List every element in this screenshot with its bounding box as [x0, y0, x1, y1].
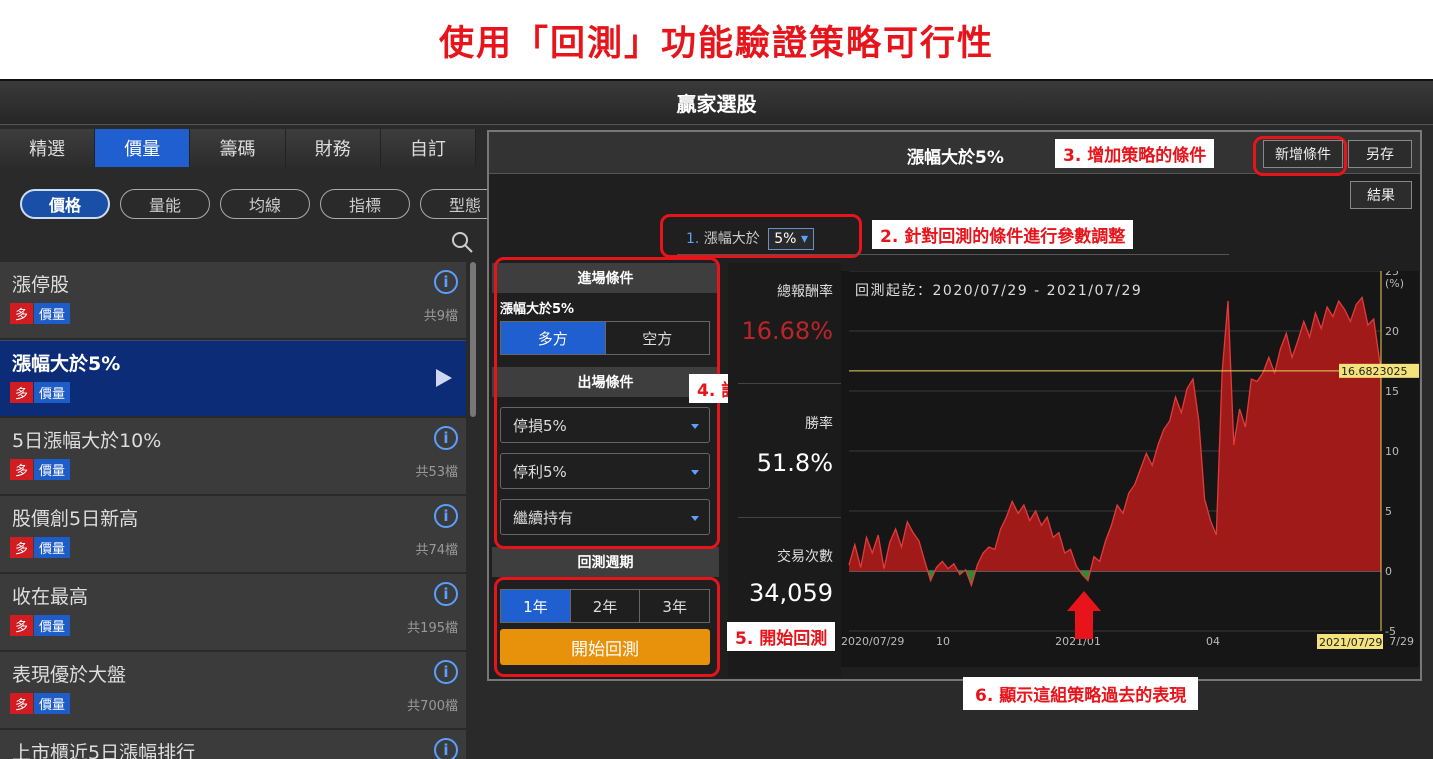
stock-count: 共74檔 — [415, 543, 458, 558]
list-item-title: 表現優於大盤 — [12, 664, 127, 686]
list-item[interactable]: 5日漲幅大於10% 多 價量 i 共53檔 — [0, 418, 466, 494]
list-item-title: 漲幅大於5% — [12, 353, 121, 375]
info-icon[interactable]: i — [434, 582, 458, 606]
tag-category: 價量 — [34, 382, 70, 403]
trades-value: 34,059 — [749, 579, 833, 607]
info-icon[interactable]: i — [434, 504, 458, 528]
list-item[interactable]: 表現優於大盤 多 價量 i 共700檔 — [0, 652, 466, 728]
x-tick-label: 10 — [936, 635, 950, 648]
y-tick-label: 15 — [1385, 385, 1399, 398]
list-scrollbar[interactable] — [470, 262, 476, 417]
total-return-value: 16.68% — [741, 317, 833, 345]
chevron-down-icon: ▾ — [800, 231, 808, 247]
pill-price[interactable]: 價格 — [20, 189, 110, 219]
list-item[interactable]: 收在最高 多 價量 i 共195檔 — [0, 574, 466, 650]
strategy-panel: 漲幅大於5% 3. 增加策略的條件 新增條件 另存 結果 1. 漲幅大於 5% … — [487, 130, 1422, 710]
stock-count: 共700檔 — [407, 699, 458, 714]
filter-pills: 價格 量能 均線 指標 型態 — [20, 189, 510, 219]
list-item-title: 股價創5日新高 — [12, 508, 139, 530]
panel-title: 漲幅大於5% — [907, 148, 1004, 168]
play-arrow-icon[interactable] — [436, 369, 452, 387]
tag-long: 多 — [10, 615, 33, 636]
tag-category: 價量 — [34, 459, 70, 480]
category-tabs: 精選 價量 籌碼 財務 自訂 — [0, 129, 477, 167]
stock-count: 共195檔 — [407, 621, 458, 636]
info-icon[interactable]: i — [434, 660, 458, 684]
app-window: 贏家選股 精選 價量 籌碼 財務 自訂 價格 量能 均線 指標 型態 漲停股 多… — [0, 79, 1433, 759]
param-select[interactable]: 5% ▾ — [768, 228, 814, 250]
y-tick-label: 0 — [1385, 565, 1392, 578]
tag-long: 多 — [10, 693, 33, 714]
chart-title: 回測起訖：2020/07/29 - 2021/07/29 — [855, 283, 1142, 299]
pill-moving-average[interactable]: 均線 — [220, 189, 310, 219]
result-button[interactable]: 結果 — [1350, 181, 1412, 209]
tag-long: 多 — [10, 537, 33, 558]
search-icon[interactable] — [450, 230, 474, 254]
annotation-add-condition: 3. 增加策略的條件 — [1055, 139, 1215, 168]
param-row: 1. 漲幅大於 5% ▾ — [686, 228, 814, 250]
tag-long: 多 — [10, 382, 33, 403]
add-condition-button[interactable]: 新增條件 — [1263, 140, 1343, 168]
banner-title: 使用「回測」功能驗證策略可行性 — [438, 23, 994, 64]
stock-count: 共9檔 — [423, 309, 458, 324]
info-icon[interactable]: i — [434, 270, 458, 294]
tab-price-volume[interactable]: 價量 — [95, 129, 191, 167]
param-divider — [677, 254, 1229, 255]
list-item-title: 收在最高 — [12, 586, 89, 608]
param-label: 漲幅大於 — [703, 231, 760, 247]
screen: 使用「回測」功能驗證策略可行性 贏家選股 精選 價量 籌碼 財務 自訂 價格 量… — [0, 0, 1433, 759]
app-titlebar: 贏家選股 — [0, 81, 1433, 125]
annotation-param-adjust: 2. 針對回測的條件進行參數調整 — [872, 220, 1134, 249]
period-header: 回測週期 — [492, 547, 719, 577]
x-tick-label: 04 — [1206, 635, 1220, 648]
tag-category: 價量 — [34, 615, 70, 636]
annotation-start: 5. 開始回測 — [727, 622, 836, 651]
pill-volume[interactable]: 量能 — [120, 189, 210, 219]
last-value-label: 16.6823025 — [1341, 365, 1407, 378]
stock-count: 共53檔 — [415, 465, 458, 480]
stats-divider — [738, 383, 841, 384]
annotation-performance: 6. 顯示這組策略過去的表現 — [963, 677, 1199, 710]
tag-category: 價量 — [34, 537, 70, 558]
x-tick-label: 7/29 — [1389, 635, 1414, 648]
info-icon[interactable]: i — [434, 426, 458, 450]
tab-custom[interactable]: 自訂 — [380, 129, 477, 167]
trades-label: 交易次數 — [777, 549, 833, 565]
x-tick-label: 2020/07/29 — [841, 635, 904, 648]
list-item[interactable]: 股價創5日新高 多 價量 i 共74檔 — [0, 496, 466, 572]
highlight-start — [494, 577, 720, 677]
tab-financial[interactable]: 財務 — [285, 129, 381, 167]
tag-category: 價量 — [34, 693, 70, 714]
list-item-title: 漲停股 — [12, 274, 70, 296]
stats-column: 總報酬率 16.68% 勝率 51.8% 交易次數 34,059 — [728, 263, 841, 677]
stats-divider — [738, 517, 841, 518]
tab-featured[interactable]: 精選 — [0, 129, 96, 167]
param-value: 5% — [774, 231, 797, 247]
tag-long: 多 — [10, 459, 33, 480]
end-date-label: 2021/07/29 — [1319, 636, 1382, 649]
save-as-button[interactable]: 另存 — [1348, 140, 1412, 168]
strategy-list: 漲停股 多 價量 i 共9檔 漲幅大於5% 多 價量 5日漲幅大於10% 多 價… — [0, 262, 466, 759]
total-return-label: 總報酬率 — [777, 284, 833, 300]
y-tick-label: 20 — [1385, 325, 1399, 338]
param-number: 1. — [686, 231, 700, 247]
list-item-title: 上市櫃近5日漲幅排行 — [12, 742, 196, 759]
y-tick-label: 5 — [1385, 505, 1392, 518]
backtest-chart[interactable]: 2520151050-5(%)16.68230252020/07/29 10 202… — [841, 271, 1419, 667]
list-item[interactable]: 上市櫃近5日漲幅排行 i — [0, 730, 466, 759]
win-rate-label: 勝率 — [805, 416, 833, 432]
highlight-conditions — [494, 257, 720, 549]
info-icon[interactable]: i — [434, 738, 458, 759]
tab-chips[interactable]: 籌碼 — [190, 129, 286, 167]
y-unit-label: (%) — [1385, 277, 1404, 290]
list-item-selected[interactable]: 漲幅大於5% 多 價量 — [0, 340, 466, 416]
tag-long: 多 — [10, 303, 33, 324]
tag-category: 價量 — [34, 303, 70, 324]
y-tick-label: 10 — [1385, 445, 1399, 458]
list-item[interactable]: 漲停股 多 價量 i 共9檔 — [0, 262, 466, 338]
pill-indicator[interactable]: 指標 — [320, 189, 410, 219]
win-rate-value: 51.8% — [756, 449, 833, 477]
list-item-title: 5日漲幅大於10% — [12, 430, 162, 452]
